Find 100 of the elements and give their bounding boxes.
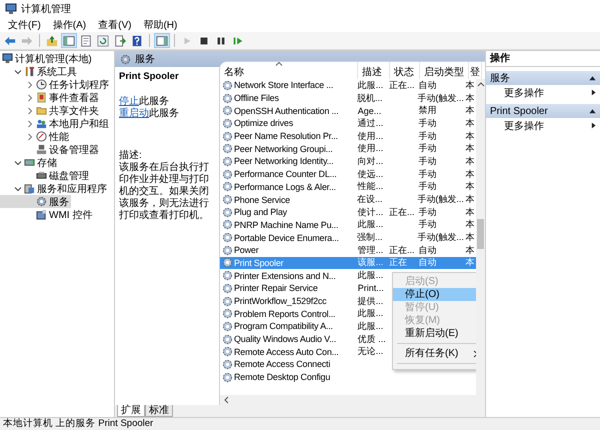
description-label: 描述: (119, 150, 143, 162)
service-row[interactable]: Peer Networking Identity... 向对... 手动 本 (220, 155, 476, 168)
service-row[interactable]: PNRP Machine Name Pu... 此服... 手动 本 (220, 218, 476, 232)
service-name: Power (234, 245, 259, 256)
pause-icon (215, 34, 227, 46)
gear-icon (222, 270, 233, 282)
computer-icon (2, 53, 13, 64)
tree-item[interactable]: 磁盘管理 (0, 169, 91, 182)
column-header[interactable]: 名称 (220, 62, 358, 79)
tree-item[interactable]: 服务 (0, 195, 71, 208)
table-cell: 无论... (358, 345, 384, 358)
tree-toggle-button[interactable] (61, 33, 77, 48)
actions-section-header[interactable]: Print Spooler (486, 104, 600, 118)
up-button[interactable] (44, 33, 60, 48)
horizontal-scrollbar[interactable] (220, 395, 485, 405)
service-row[interactable]: Offline Files 脱机... 手动(触发... 本 (220, 92, 476, 104)
panel-title: 服务 (135, 53, 155, 66)
refresh-button[interactable] (95, 33, 111, 48)
table-cell: 使用... (358, 142, 384, 156)
collapse-chevron-icon[interactable] (14, 158, 22, 166)
service-row[interactable]: Peer Name Resolution Pr... 使用... 手动 本 (220, 130, 476, 142)
menu-item[interactable]: 所有任务(K) (393, 347, 476, 360)
table-cell: 本 (465, 92, 474, 105)
tree-item[interactable]: 存储 (0, 156, 59, 169)
back-arrow-icon (4, 34, 16, 46)
action-item[interactable]: 更多操作 (486, 118, 600, 133)
service-row[interactable]: Power 管理... 正在... 自动 本 (220, 244, 476, 257)
tree-item[interactable]: 事件查看器 (0, 91, 101, 104)
service-row[interactable]: Remote Access Connecti (220, 358, 476, 371)
table-cell: 使计... (358, 206, 384, 219)
service-row[interactable]: Performance Counter DL... 使远... 手动 本 (220, 168, 476, 180)
menu-item[interactable]: 文件(F) (3, 18, 46, 32)
vertical-scrollbar[interactable] (476, 79, 485, 395)
table-cell: 提供... (358, 294, 384, 308)
column-header[interactable]: 启动类型 (420, 62, 469, 79)
service-row[interactable]: Optimize drives 通过... 手动 本 (220, 117, 476, 130)
tree-item[interactable]: 设备管理器 (0, 143, 101, 156)
table-cell: 本 (465, 244, 474, 257)
tree-item[interactable]: 服务和应用程序 (0, 182, 109, 195)
folder-icon (36, 105, 47, 116)
service-row[interactable]: Remote Desktop Configu (220, 370, 476, 384)
table-cell: 此服... (358, 218, 384, 232)
menu-item[interactable]: 停止(O) (393, 288, 476, 301)
apps-icon (24, 183, 35, 194)
gear-icon (222, 194, 233, 206)
tree-item[interactable]: WMI 控件 (0, 208, 94, 221)
tree-item[interactable]: 任务计划程序 (0, 78, 111, 91)
status-bar: 本地计算机 上的服务 Print Spooler (0, 417, 600, 430)
actions-section-header[interactable]: 服务 (486, 71, 600, 85)
menu-item[interactable]: 操作(A) (48, 18, 92, 32)
service-row[interactable]: OpenSSH Authentication ... Age... 禁用 本 (220, 104, 476, 118)
tree-item[interactable]: 性能 (0, 130, 71, 143)
gear-icon (222, 168, 233, 180)
service-name: Print Spooler (234, 258, 284, 268)
service-name: Performance Counter DL... (234, 169, 337, 180)
service-row[interactable]: Performance Logs & Aler... 性能... 手动 本 (220, 180, 476, 194)
stop-icon (198, 34, 210, 46)
service-name: Optimize drives (234, 118, 294, 128)
table-cell: 性能... (358, 180, 384, 194)
table-cell: 手动 (418, 142, 436, 156)
table-cell: 此服... (358, 320, 384, 333)
expand-chevron-icon[interactable] (26, 106, 34, 114)
table-cell: 本 (465, 116, 474, 130)
expand-chevron-icon[interactable] (26, 80, 34, 88)
expand-chevron-icon[interactable] (26, 132, 34, 140)
table-cell: 强制... (356, 231, 382, 244)
table-cell: 正在... (389, 79, 415, 92)
collapse-chevron-icon[interactable] (14, 184, 22, 192)
tree-item[interactable]: 共享文件夹 (0, 104, 101, 117)
service-row[interactable]: Portable Device Enumera... 强制... 手动(触发... 本 (220, 231, 476, 244)
tree-item[interactable]: 计算机管理(本地) (0, 52, 94, 65)
gear-icon (222, 296, 233, 307)
actions-title: 操作 (486, 51, 600, 67)
gauge-icon (36, 131, 47, 142)
column-header[interactable]: 描述 (358, 62, 390, 79)
menu-item[interactable]: 帮助(H) (138, 18, 182, 32)
table-cell: 本 (465, 231, 474, 244)
scrollbar-thumb[interactable] (477, 219, 484, 249)
table-cell: 通过... (358, 116, 384, 130)
collapse-chevron-icon[interactable] (14, 68, 22, 76)
service-action-link[interactable]: 重启动 (119, 108, 149, 119)
view-tab[interactable]: 扩展 (117, 405, 145, 417)
gear-icon (222, 219, 233, 230)
action-item[interactable]: 更多操作 (486, 85, 600, 100)
view-tab[interactable]: 标准 (145, 405, 173, 417)
service-row[interactable]: Phone Service 在设... 手动(触发... 本 (220, 193, 476, 206)
service-row[interactable]: Peer Networking Groupi... 使用... 手动 本 (220, 142, 476, 156)
service-row[interactable]: Plug and Play 使计... 正在... 手动 本 (220, 206, 476, 219)
expand-chevron-icon[interactable] (26, 120, 34, 128)
expand-chevron-icon[interactable] (26, 94, 34, 102)
menu-item[interactable]: 查看(V) (93, 18, 136, 32)
tree-item[interactable]: 系统工具 (0, 65, 79, 78)
service-row[interactable]: Network Store Interface ... 此服... 正在... 自动 本 (220, 79, 476, 92)
tree-item[interactable]: 本地用户和组 (0, 117, 111, 130)
action-pane-button[interactable] (154, 33, 170, 48)
service-action-link[interactable]: 停止 (119, 96, 139, 107)
table-cell: 此服... (358, 269, 384, 282)
collapse-triangle-icon (589, 75, 596, 81)
column-header[interactable]: 状态 (390, 62, 420, 79)
service-name: Remote Desktop Configu (234, 372, 330, 382)
